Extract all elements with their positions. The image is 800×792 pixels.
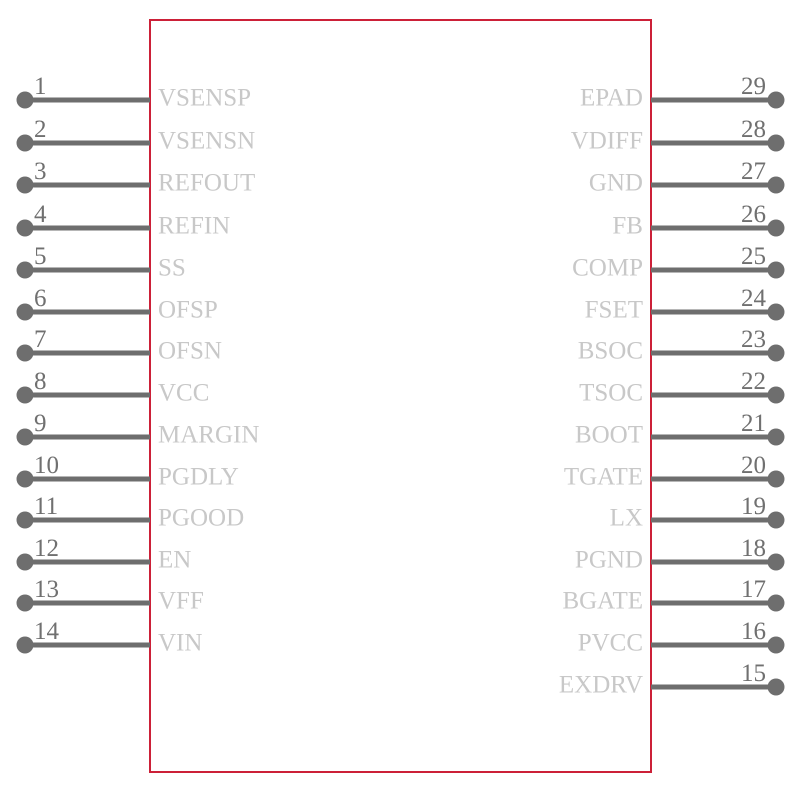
pin-label: REFIN bbox=[158, 213, 230, 240]
pin-label: PVCC bbox=[578, 630, 643, 657]
pin-terminal-dot[interactable] bbox=[767, 176, 785, 194]
pin-terminal-dot[interactable] bbox=[767, 553, 785, 571]
pin-label: OFSN bbox=[158, 338, 222, 365]
pin-terminal-dot[interactable] bbox=[16, 344, 34, 362]
pin-number: 29 bbox=[741, 73, 766, 100]
pin-number: 15 bbox=[741, 660, 766, 687]
pin-terminal-dot[interactable] bbox=[767, 511, 785, 529]
pin-terminal-dot[interactable] bbox=[16, 134, 34, 152]
pin-label: TGATE bbox=[564, 464, 643, 491]
pin-number: 14 bbox=[34, 618, 60, 645]
pin-label: VCC bbox=[158, 380, 209, 407]
pin-label: PGND bbox=[575, 547, 643, 574]
schematic-symbol-canvas: VSENSP 1 VSENSN 2 REFOUT 3 REFIN 4 SS 5 OFSP 6 OFSN 7… bbox=[0, 0, 800, 792]
pin-terminal-dot[interactable] bbox=[767, 91, 785, 109]
pin-number: 28 bbox=[741, 116, 766, 143]
pin-label: TSOC bbox=[579, 380, 643, 407]
pin-label: BGATE bbox=[562, 588, 643, 615]
pin-number: 23 bbox=[741, 326, 766, 353]
pin-number: 18 bbox=[741, 535, 766, 562]
pin-label: LX bbox=[610, 505, 643, 532]
pin-terminal-dot[interactable] bbox=[16, 553, 34, 571]
pin-terminal-dot[interactable] bbox=[767, 470, 785, 488]
pin-number: 20 bbox=[741, 452, 766, 479]
pin-number: 26 bbox=[741, 201, 766, 228]
pin-number: 10 bbox=[34, 452, 59, 479]
pin-terminal-dot[interactable] bbox=[767, 428, 785, 446]
pin-label: VFF bbox=[158, 588, 204, 615]
pin-label: PGOOD bbox=[158, 505, 244, 532]
pin-label: OFSP bbox=[158, 297, 218, 324]
pin-terminal-dot[interactable] bbox=[16, 594, 34, 612]
pin-label: PGDLY bbox=[158, 464, 239, 491]
pin-terminal-dot[interactable] bbox=[767, 386, 785, 404]
pin-terminal-dot[interactable] bbox=[16, 636, 34, 654]
pin-number: 21 bbox=[741, 410, 766, 437]
schematic-symbol-drawing: VSENSP 1 VSENSN 2 REFOUT 3 REFIN 4 SS 5 OFSP 6 OFSN 7… bbox=[16, 19, 785, 773]
pin-label: EXDRV bbox=[559, 672, 643, 699]
pin-label: VSENSP bbox=[158, 85, 251, 112]
pin-label: GND bbox=[589, 170, 643, 197]
pin-number: 24 bbox=[741, 285, 767, 312]
pin-terminal-dot[interactable] bbox=[16, 261, 34, 279]
pin-number: 2 bbox=[34, 116, 47, 143]
pin-label: SS bbox=[158, 255, 186, 282]
pin-number: 13 bbox=[34, 576, 59, 603]
pin-label: BOOT bbox=[575, 422, 643, 449]
pin-terminal-dot[interactable] bbox=[16, 303, 34, 321]
pin-label: VDIFF bbox=[571, 128, 643, 155]
pin-label: BSOC bbox=[578, 338, 643, 365]
pin-label: MARGIN bbox=[158, 422, 259, 449]
pin-terminal-dot[interactable] bbox=[16, 428, 34, 446]
pin-number: 6 bbox=[34, 285, 47, 312]
pin-number: 3 bbox=[34, 158, 47, 185]
pin-terminal-dot[interactable] bbox=[767, 678, 785, 696]
pin-terminal-dot[interactable] bbox=[767, 594, 785, 612]
pin-label: REFOUT bbox=[158, 170, 255, 197]
pin-number: 5 bbox=[34, 243, 47, 270]
pin-terminal-dot[interactable] bbox=[16, 386, 34, 404]
pin-terminal-dot[interactable] bbox=[767, 344, 785, 362]
pin-number: 22 bbox=[741, 368, 766, 395]
pin-number: 8 bbox=[34, 368, 47, 395]
pin-number: 17 bbox=[741, 576, 766, 603]
pin-terminal-dot[interactable] bbox=[767, 303, 785, 321]
pin-label: FB bbox=[612, 213, 643, 240]
pin-number: 1 bbox=[34, 73, 47, 100]
pin-number: 16 bbox=[741, 618, 766, 645]
pin-terminal-dot[interactable] bbox=[16, 91, 34, 109]
pin-terminal-dot[interactable] bbox=[16, 511, 34, 529]
pin-label: COMP bbox=[572, 255, 643, 282]
pin-number: 9 bbox=[34, 410, 47, 437]
pin-label: EPAD bbox=[580, 85, 643, 112]
pin-label: FSET bbox=[585, 297, 643, 324]
pin-number: 27 bbox=[741, 158, 766, 185]
pin-terminal-dot[interactable] bbox=[767, 134, 785, 152]
pin-number: 4 bbox=[34, 201, 47, 228]
pin-number: 19 bbox=[741, 493, 766, 520]
pin-label: VSENSN bbox=[158, 128, 255, 155]
pin-terminal-dot[interactable] bbox=[16, 176, 34, 194]
pin-terminal-dot[interactable] bbox=[767, 261, 785, 279]
pin-number: 7 bbox=[34, 326, 47, 353]
pin-terminal-dot[interactable] bbox=[16, 219, 34, 237]
pin-terminal-dot[interactable] bbox=[767, 219, 785, 237]
pin-label: VIN bbox=[158, 630, 202, 657]
pin-label: EN bbox=[158, 547, 191, 574]
pin-number: 11 bbox=[34, 493, 58, 520]
pin-terminal-dot[interactable] bbox=[767, 636, 785, 654]
pin-terminal-dot[interactable] bbox=[16, 470, 34, 488]
pin-number: 12 bbox=[34, 535, 59, 562]
pin-number: 25 bbox=[741, 243, 766, 270]
